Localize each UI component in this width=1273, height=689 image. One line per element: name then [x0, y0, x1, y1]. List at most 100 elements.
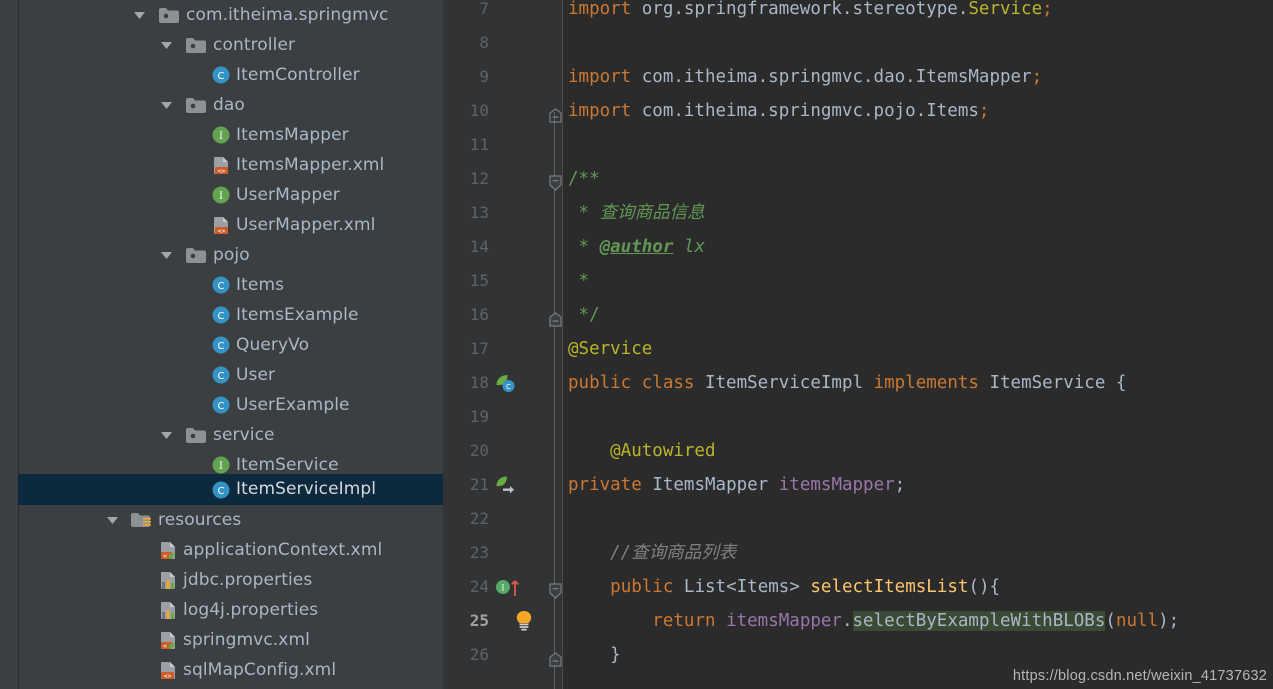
editor-line-20[interactable]: 20 @Autowired: [443, 434, 1273, 468]
tree-item-jdbc-properties[interactable]: jdbc.properties: [0, 565, 443, 595]
tree-item-resources[interactable]: resources: [0, 505, 443, 535]
editor-line-22[interactable]: 22: [443, 502, 1273, 536]
resources-folder-icon: [130, 505, 152, 535]
tree-item-itemsexample[interactable]: C ItemsExample: [0, 300, 443, 330]
tree-item-queryvo[interactable]: C QueryVo: [0, 330, 443, 360]
tree-item-com-itheima-springmvc[interactable]: com.itheima.springmvc: [0, 0, 443, 30]
java-class-icon: C: [210, 390, 232, 420]
editor-line-24[interactable]: 24 I public List<Items> selectItemsList(…: [443, 570, 1273, 604]
code-text[interactable]: import com.itheima.springmvc.pojo.Items;: [568, 94, 989, 128]
tree-item-userexample[interactable]: C UserExample: [0, 390, 443, 420]
line-number: 21: [469, 475, 489, 494]
code-text[interactable]: }: [568, 638, 621, 672]
tree-item-itemserviceimpl[interactable]: C ItemServiceImpl: [18, 474, 443, 505]
editor-line-26[interactable]: 26 }: [443, 638, 1273, 672]
editor-line-14[interactable]: 14 * @author lx: [443, 230, 1273, 264]
editor-line-13[interactable]: 13 * 查询商品信息: [443, 196, 1273, 230]
editor-line-11[interactable]: 11: [443, 128, 1273, 162]
code-text[interactable]: *: [568, 264, 590, 298]
editor-line-19[interactable]: 19: [443, 400, 1273, 434]
implementing-method-icon[interactable]: I: [495, 570, 535, 604]
editor-line-25[interactable]: 25 return itemsMapper.selectByExampleWit…: [443, 604, 1273, 638]
intention-bulb-icon[interactable]: [515, 604, 555, 638]
editor-line-15[interactable]: 15 *: [443, 264, 1273, 298]
code-editor[interactable]: 7 import org.springframework.stereotype.…: [443, 0, 1273, 689]
line-number: 19: [469, 407, 489, 426]
tree-item-label: ItemServiceImpl: [236, 479, 377, 499]
chevron-down-icon[interactable]: [103, 505, 121, 535]
tree-item-label: ItemsExample: [236, 305, 359, 325]
project-tree-panel[interactable]: com.itheima.springmvc controller C ItemC…: [0, 0, 443, 689]
watermark-url: https://blog.csdn.net/weixin_41737632: [1012, 668, 1267, 684]
chevron-down-icon[interactable]: [157, 420, 175, 450]
code-text[interactable]: * 查询商品信息: [568, 196, 705, 230]
chevron-down-icon[interactable]: [157, 30, 175, 60]
java-interface-icon: I: [210, 180, 232, 210]
tree-item-itemsmapper-xml[interactable]: <> ItemsMapper.xml: [0, 150, 443, 180]
code-text[interactable]: @Service: [568, 332, 652, 366]
tree-item-label: ItemsMapper.xml: [236, 155, 385, 175]
code-text[interactable]: @Autowired: [568, 434, 715, 468]
spring-autowired-icon[interactable]: [495, 468, 535, 502]
code-text[interactable]: import com.itheima.springmvc.dao.ItemsMa…: [568, 60, 1042, 94]
line-number: 12: [469, 169, 489, 188]
package-folder-icon: [185, 90, 207, 120]
java-class-icon: C: [210, 360, 232, 390]
tree-item-label: log4j.properties: [183, 600, 319, 620]
tree-item-label: jdbc.properties: [183, 570, 313, 590]
code-text[interactable]: public class ItemServiceImpl implements …: [568, 366, 1126, 400]
code-text[interactable]: /**: [568, 162, 600, 196]
tree-item-log4j-properties[interactable]: log4j.properties: [0, 595, 443, 625]
editor-line-23[interactable]: 23 //查询商品列表: [443, 536, 1273, 570]
tree-item-label: com.itheima.springmvc: [186, 5, 389, 25]
tree-item-itemsmapper[interactable]: I ItemsMapper: [0, 120, 443, 150]
editor-line-16[interactable]: 16 */: [443, 298, 1273, 332]
code-text[interactable]: */: [568, 298, 600, 332]
chevron-down-icon[interactable]: [130, 0, 148, 30]
tree-item-applicationcontext-xml[interactable]: < applicationContext.xml: [0, 535, 443, 565]
line-number: 20: [469, 441, 489, 460]
java-class-icon: C: [210, 330, 232, 360]
java-class-icon: C: [210, 475, 232, 505]
editor-line-10[interactable]: 10 import com.itheima.springmvc.pojo.Ite…: [443, 94, 1273, 128]
editor-line-8[interactable]: 8: [443, 26, 1273, 60]
line-number: 17: [469, 339, 489, 358]
editor-line-9[interactable]: 9 import com.itheima.springmvc.dao.Items…: [443, 60, 1273, 94]
tree-item-user[interactable]: C User: [0, 360, 443, 390]
editor-line-18[interactable]: 18 C public class ItemServiceImpl implem…: [443, 366, 1273, 400]
code-text[interactable]: return itemsMapper.selectByExampleWithBL…: [568, 604, 1179, 638]
svg-text:C: C: [218, 311, 225, 322]
editor-line-12[interactable]: 12 /**: [443, 162, 1273, 196]
svg-text:C: C: [218, 401, 225, 412]
editor-line-21[interactable]: 21 private ItemsMapper itemsMapper;: [443, 468, 1273, 502]
svg-text:C: C: [218, 341, 225, 352]
tree-item-pojo[interactable]: pojo: [0, 240, 443, 270]
tree-item-usermapper[interactable]: I UserMapper: [0, 180, 443, 210]
line-number: 8: [479, 33, 489, 52]
code-text[interactable]: * @author lx: [568, 230, 705, 264]
tree-item-itemcontroller[interactable]: C ItemController: [0, 60, 443, 90]
tree-item-springmvc-xml[interactable]: < springmvc.xml: [0, 625, 443, 655]
editor-line-7[interactable]: 7 import org.springframework.stereotype.…: [443, 0, 1273, 26]
line-number: 18: [469, 373, 489, 392]
tree-item-label: Items: [236, 275, 285, 295]
code-text[interactable]: //查询商品列表: [568, 536, 736, 570]
tree-item-usermapper-xml[interactable]: <> UserMapper.xml: [0, 210, 443, 240]
chevron-down-icon[interactable]: [157, 240, 175, 270]
package-folder-icon: [158, 0, 180, 30]
code-text[interactable]: import org.springframework.stereotype.Se…: [568, 0, 1053, 26]
xml-file-icon: <>: [210, 210, 232, 240]
code-text[interactable]: public List<Items> selectItemsList(){: [568, 570, 1000, 604]
tree-item-dao[interactable]: dao: [0, 90, 443, 120]
svg-text:C: C: [506, 383, 511, 391]
editor-line-17[interactable]: 17 @Service: [443, 332, 1273, 366]
tree-item-sqlmapconfig-xml[interactable]: <> sqlMapConfig.xml: [0, 655, 443, 685]
chevron-down-icon[interactable]: [157, 90, 175, 120]
xml-file-icon: <>: [210, 150, 232, 180]
tree-item-controller[interactable]: controller: [0, 30, 443, 60]
tree-item-service[interactable]: service: [0, 420, 443, 450]
properties-file-icon: [157, 595, 179, 625]
spring-bean-class-icon[interactable]: C: [495, 366, 535, 400]
tree-item-items[interactable]: C Items: [0, 270, 443, 300]
code-text[interactable]: private ItemsMapper itemsMapper;: [568, 468, 905, 502]
